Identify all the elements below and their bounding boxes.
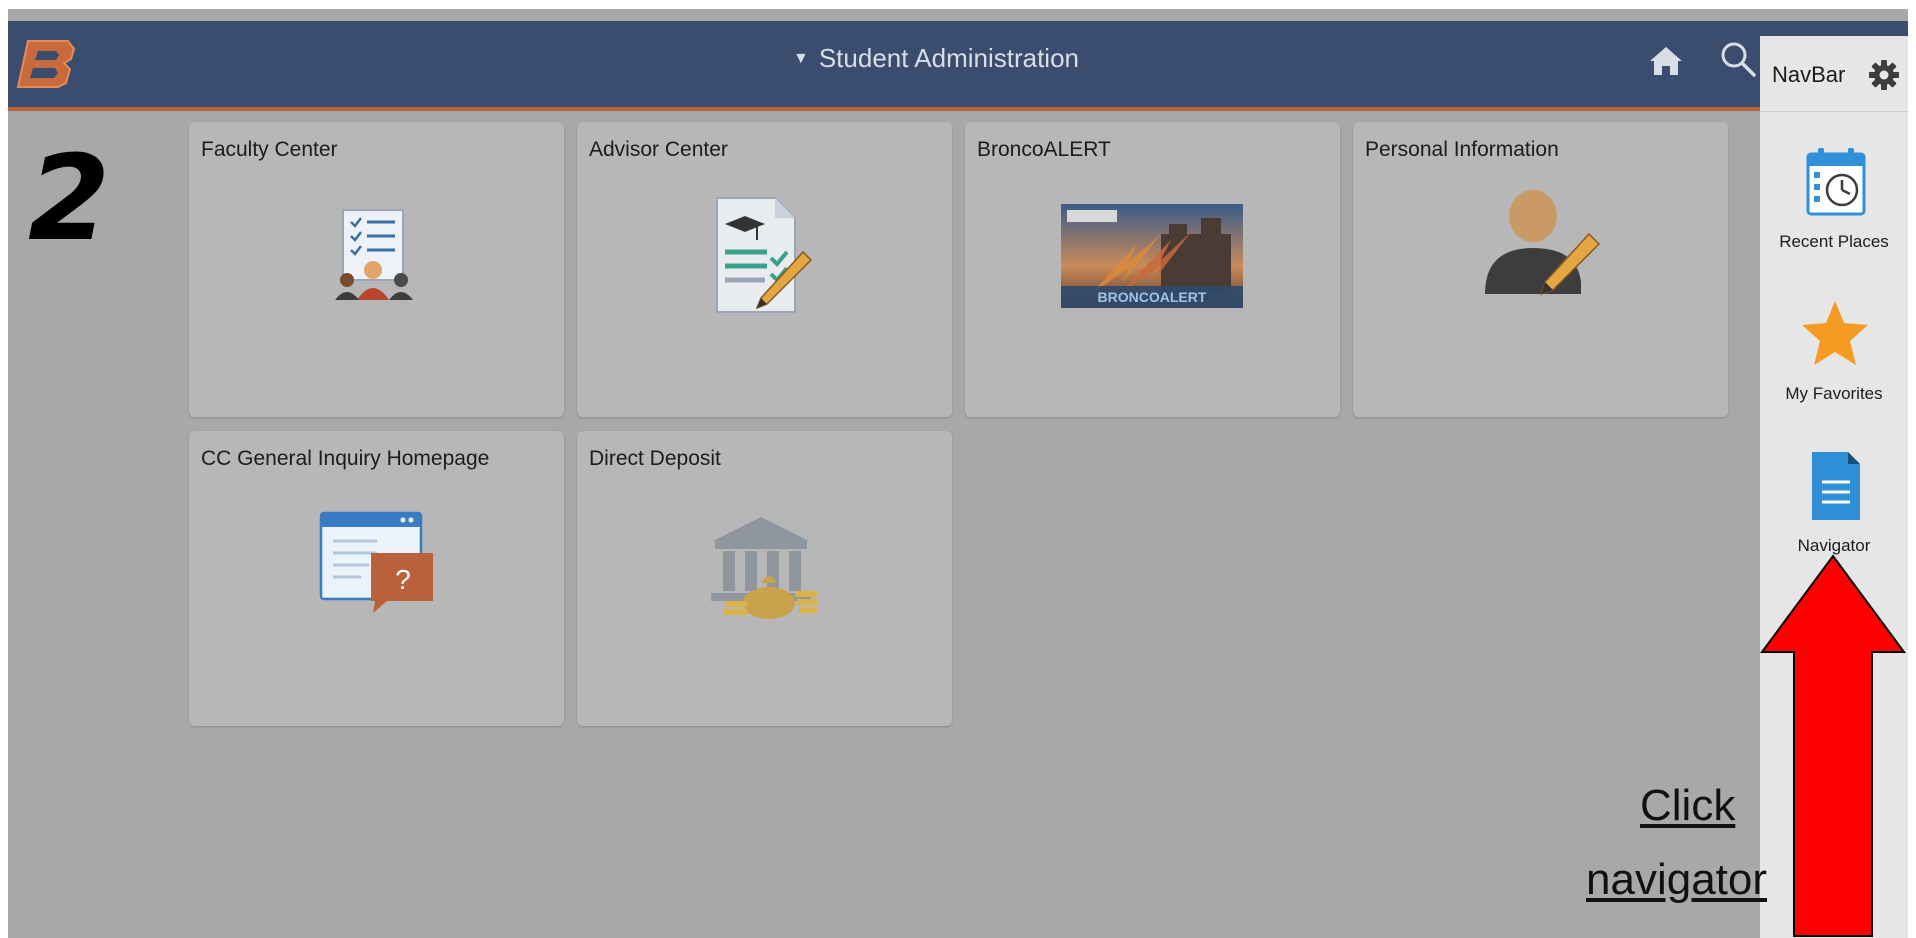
page-overlay: ▼ Student Administration 2 Faculty Cente… bbox=[8, 9, 1908, 938]
top-header-bar: ▼ Student Administration bbox=[8, 21, 1908, 111]
tile-label: BroncoALERT bbox=[977, 138, 1111, 161]
boise-state-logo[interactable] bbox=[16, 35, 76, 91]
home-icon[interactable] bbox=[1646, 41, 1686, 81]
tile-personal-information[interactable]: Personal Information bbox=[1353, 122, 1728, 417]
caret-down-icon: ▼ bbox=[793, 49, 809, 67]
tile-cc-general-inquiry-homepage[interactable]: CC General Inquiry Homepage ? bbox=[189, 431, 564, 726]
tile-label: Direct Deposit bbox=[589, 447, 721, 470]
direct-deposit-icon bbox=[711, 517, 817, 619]
tile-advisor-center[interactable]: Advisor Center bbox=[577, 122, 952, 417]
advisor-center-icon bbox=[716, 197, 813, 313]
tile-label: Personal Information bbox=[1365, 138, 1559, 161]
tile-direct-deposit[interactable]: Direct Deposit bbox=[577, 431, 952, 726]
broncoalert-image: BRONCOALERT bbox=[1061, 204, 1243, 308]
navbar-item-recent-places[interactable]: Recent Places bbox=[1760, 146, 1908, 286]
navbar-label: NavBar bbox=[1772, 62, 1846, 87]
faculty-center-icon bbox=[335, 209, 413, 300]
question-mark-icon: ? bbox=[395, 564, 411, 595]
red-arrow-annotation bbox=[1760, 554, 1906, 937]
tile-faculty-center[interactable]: Faculty Center bbox=[189, 122, 564, 417]
star-icon bbox=[1802, 301, 1868, 365]
search-icon[interactable] bbox=[1718, 39, 1758, 79]
tile-broncoalert[interactable]: BroncoALERT BRONCOALERT bbox=[965, 122, 1340, 417]
tile-label: CC General Inquiry Homepage bbox=[201, 447, 490, 470]
document-icon bbox=[1812, 452, 1860, 520]
general-inquiry-icon: ? bbox=[319, 511, 433, 613]
step-number-annotation: 2 bbox=[28, 129, 110, 267]
navigator-annotation-text: navigator bbox=[1586, 855, 1768, 904]
broncoalert-banner-text: BRONCOALERT bbox=[1098, 289, 1207, 305]
calendar-clock-icon bbox=[1806, 148, 1866, 216]
navbar-header: NavBar bbox=[1760, 36, 1908, 112]
gear-icon[interactable] bbox=[1868, 59, 1900, 91]
click-annotation-text: Click bbox=[1640, 781, 1736, 830]
page-title: Student Administration bbox=[818, 43, 1079, 73]
tile-label: Advisor Center bbox=[589, 138, 728, 161]
page-title-dropdown[interactable]: ▼ Student Administration bbox=[793, 43, 1079, 74]
personal-information-icon bbox=[1485, 190, 1601, 296]
tile-label: Faculty Center bbox=[201, 138, 338, 161]
navbar-item-label: Navigator bbox=[1797, 536, 1871, 555]
navbar-item-my-favorites[interactable]: My Favorites bbox=[1760, 298, 1908, 438]
navbar-item-label: Recent Places bbox=[1779, 232, 1889, 251]
navbar-item-label: My Favorites bbox=[1785, 384, 1883, 403]
